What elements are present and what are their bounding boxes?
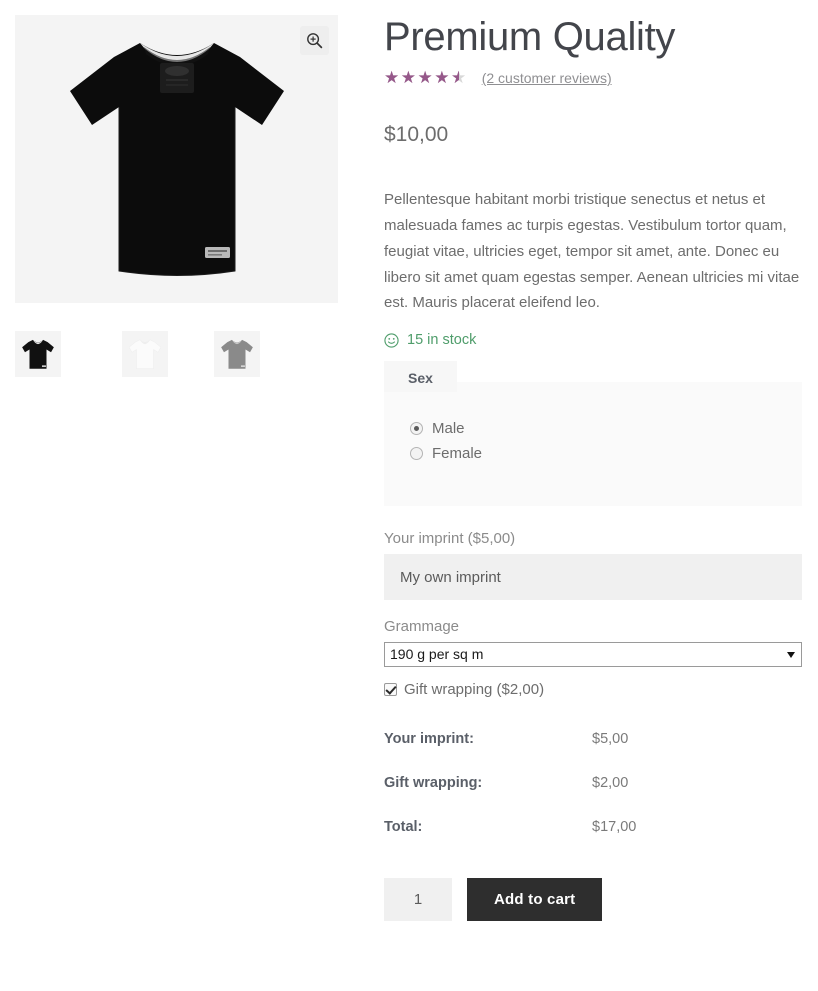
sex-fieldset-legend: Sex (384, 361, 457, 393)
radio-option-female[interactable]: Female (384, 445, 802, 462)
gift-wrapping-checkbox[interactable] (384, 683, 397, 697)
gift-wrapping-label: Gift wrapping ($2,00) (404, 681, 545, 699)
total-row: Total: $17,00 (384, 819, 804, 835)
zoom-image-button[interactable] (300, 26, 329, 55)
product-price: $10,00 (384, 123, 449, 147)
main-product-image[interactable] (15, 15, 338, 303)
grammage-select-wrap: 190 g per sq m (384, 642, 802, 668)
total-label: Gift wrapping: (384, 775, 483, 792)
grammage-field-block: Grammage 190 g per sq m Gift wrapping ($… (384, 618, 804, 698)
rating-row: ★★★★★ ★★★★★ (2 customer reviews) (384, 67, 804, 89)
quantity-input[interactable] (384, 878, 452, 922)
thumbnail-2[interactable] (122, 331, 168, 377)
customer-reviews-link[interactable]: (2 customer reviews) (482, 70, 612, 86)
add-to-cart-row: Add to cart (384, 878, 804, 922)
star-rating: ★★★★★ ★★★★★ (384, 69, 468, 87)
stock-status-label: 15 in stock (407, 332, 477, 349)
stock-status: 15 in stock (384, 332, 804, 348)
gallery-thumbnails (15, 331, 338, 377)
total-value: $2,00 (592, 775, 629, 792)
radio-female-label: Female (432, 445, 483, 463)
grammage-select[interactable]: 190 g per sq m (384, 642, 802, 668)
total-label: Total: (384, 819, 423, 836)
product-description: Pellentesque habitant morbi tristique se… (384, 191, 800, 312)
total-row: Gift wrapping: $2,00 (384, 775, 804, 791)
radio-female-input[interactable] (410, 447, 423, 461)
total-value: $5,00 (592, 731, 629, 748)
star-rating-filled: ★★★★★ (384, 69, 459, 88)
smiley-face-icon (384, 333, 399, 348)
thumbnail-1[interactable] (15, 331, 61, 377)
magnifier-plus-icon (307, 33, 323, 49)
imprint-input[interactable] (384, 554, 802, 601)
product-summary: Premium Quality ★★★★★ ★★★★★ (2 customer … (384, 14, 804, 922)
sex-fieldset: Sex Male Female (384, 361, 802, 507)
page-title: Premium Quality (384, 15, 676, 59)
grammage-label: Grammage (384, 618, 460, 636)
total-value: $17,00 (592, 819, 637, 836)
gift-wrapping-row[interactable]: Gift wrapping ($2,00) (384, 681, 804, 698)
main-tshirt-illustration (15, 15, 338, 303)
radio-male-input[interactable] (410, 422, 423, 436)
imprint-field-block: Your imprint ($5,00) (384, 530, 804, 601)
thumbnail-3[interactable] (214, 331, 260, 377)
totals-summary: Your imprint: $5,00 Gift wrapping: $2,00… (384, 731, 804, 835)
add-to-cart-button[interactable]: Add to cart (467, 878, 603, 922)
total-row: Your imprint: $5,00 (384, 731, 804, 747)
product-gallery (15, 15, 338, 303)
radio-option-male[interactable]: Male (384, 420, 802, 437)
product-page: Premium Quality ★★★★★ ★★★★★ (2 customer … (0, 0, 818, 991)
imprint-label: Your imprint ($5,00) (384, 530, 516, 548)
total-label: Your imprint: (384, 731, 474, 748)
radio-male-label: Male (432, 420, 465, 438)
